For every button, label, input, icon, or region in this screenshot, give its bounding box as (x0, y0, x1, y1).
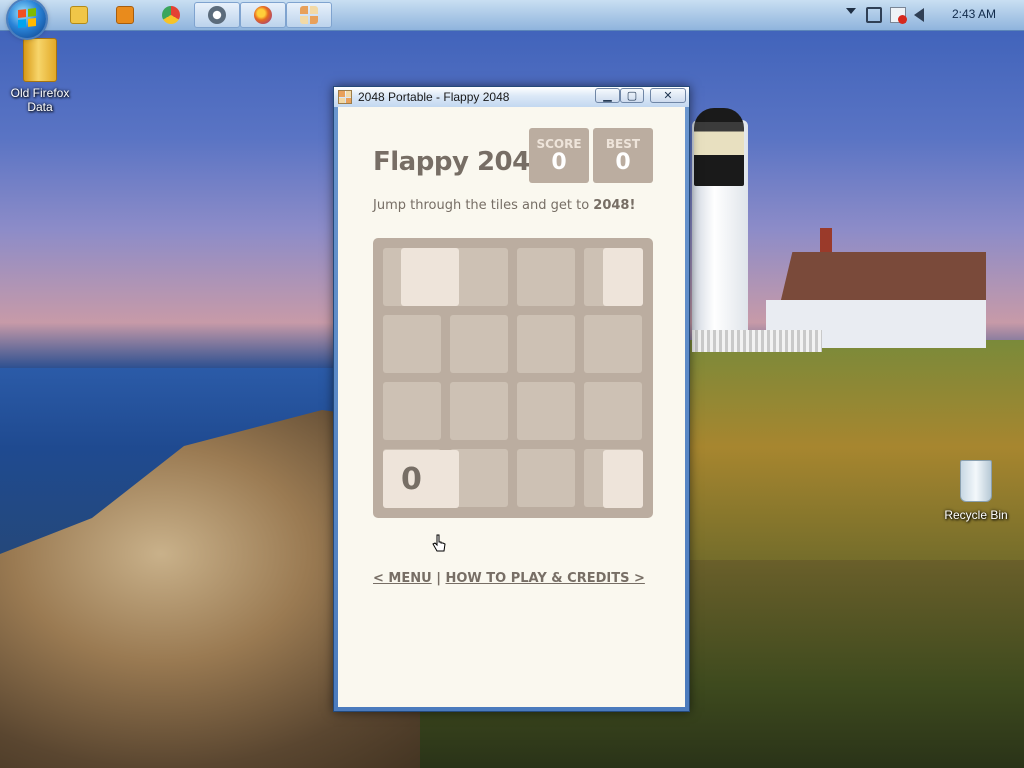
close-icon: ✕ (663, 89, 673, 102)
minimize-button[interactable]: ▁ (595, 88, 620, 103)
taskbar-explorer-button[interactable] (56, 2, 102, 28)
maximize-icon: ▢ (626, 89, 638, 102)
taskbar-app-button[interactable] (194, 2, 240, 28)
taskbar-firefox-button[interactable] (240, 2, 286, 28)
best-label: BEST (605, 137, 641, 151)
app-window: 2048 Portable - Flappy 2048 ▁ ▢ ✕ Flappy… (333, 86, 690, 712)
desktop-icon-old-firefox-data[interactable]: Old Firefox Data (0, 38, 80, 114)
start-button[interactable] (8, 0, 46, 38)
window-titlebar[interactable]: 2048 Portable - Flappy 2048 ▁ ▢ ✕ (334, 87, 689, 107)
player-tile-value: 0 (401, 461, 422, 497)
grid-cell (450, 382, 508, 440)
desktop-icon-recycle-bin[interactable]: Recycle Bin (936, 460, 1016, 522)
house-roof-scenery (780, 252, 986, 304)
taskbar-clock[interactable]: 2:43 AM (952, 7, 996, 21)
taskbar-chrome-button[interactable] (148, 2, 194, 28)
menu-link[interactable]: < MENU (373, 571, 432, 586)
how-to-play-credits-link[interactable]: HOW TO PLAY & CREDITS > (445, 571, 644, 586)
media-player-icon (116, 6, 134, 24)
folder-icon (23, 38, 57, 82)
intro-text: Jump through the tiles and get to (373, 198, 594, 213)
lighthouse-lamp-scenery (694, 108, 744, 186)
close-button[interactable]: ✕ (650, 88, 686, 103)
window-title: 2048 Portable - Flappy 2048 (358, 90, 510, 104)
obstacle-tile (603, 248, 643, 306)
taskbar-2048-portable-button[interactable] (286, 2, 332, 28)
network-icon[interactable] (866, 7, 882, 23)
game-intro: Jump through the tiles and get to 2048! (373, 198, 635, 213)
grid-cell (383, 315, 441, 373)
firefox-icon (254, 6, 272, 24)
chrome-icon (162, 6, 180, 24)
taskbar: 2:43 AM (0, 0, 1024, 38)
folder-icon (70, 6, 88, 24)
grid-cell (584, 315, 642, 373)
grid-cell (517, 382, 575, 440)
grid-cell (450, 315, 508, 373)
link-separator: | (436, 571, 441, 586)
best-score-box: BEST 0 (593, 128, 653, 183)
game-links: < MENU | HOW TO PLAY & CREDITS > (373, 571, 645, 586)
minimize-icon: ▁ (603, 89, 612, 102)
desktop-icon-label: Old Firefox Data (10, 86, 70, 114)
grid-cell (517, 449, 575, 507)
recycle-bin-icon (960, 460, 992, 502)
taskbar-media-player-button[interactable] (102, 2, 148, 28)
score-value: 0 (551, 150, 567, 175)
grid-cell (517, 248, 575, 306)
game-container: Flappy 2048 SCORE 0 BEST 0 Jump through … (338, 107, 685, 707)
maximize-button[interactable]: ▢ (620, 88, 644, 103)
grid-cell (584, 382, 642, 440)
hand-cursor-icon (432, 534, 446, 552)
alert-badge-icon (898, 15, 907, 24)
obstacle-tile (401, 248, 459, 306)
best-value: 0 (615, 150, 631, 175)
game-title: Flappy 2048 (373, 147, 548, 177)
grid-cell (517, 315, 575, 373)
action-center-flag-icon[interactable] (890, 7, 907, 24)
2048-icon (338, 90, 352, 104)
intro-goal: 2048! (593, 198, 636, 213)
game-board[interactable]: 0 (373, 238, 653, 518)
grid-cell (383, 382, 441, 440)
player-tile: 0 (383, 450, 459, 508)
volume-icon[interactable] (914, 8, 924, 22)
obstacle-tile (603, 450, 643, 508)
app-icon (208, 6, 226, 24)
score-label: SCORE (536, 137, 582, 151)
desktop-icon-label: Recycle Bin (944, 508, 1008, 522)
fence-scenery (692, 330, 822, 352)
2048-icon (300, 6, 318, 24)
show-hidden-icons-icon[interactable] (846, 8, 856, 14)
score-box: SCORE 0 (529, 128, 589, 183)
